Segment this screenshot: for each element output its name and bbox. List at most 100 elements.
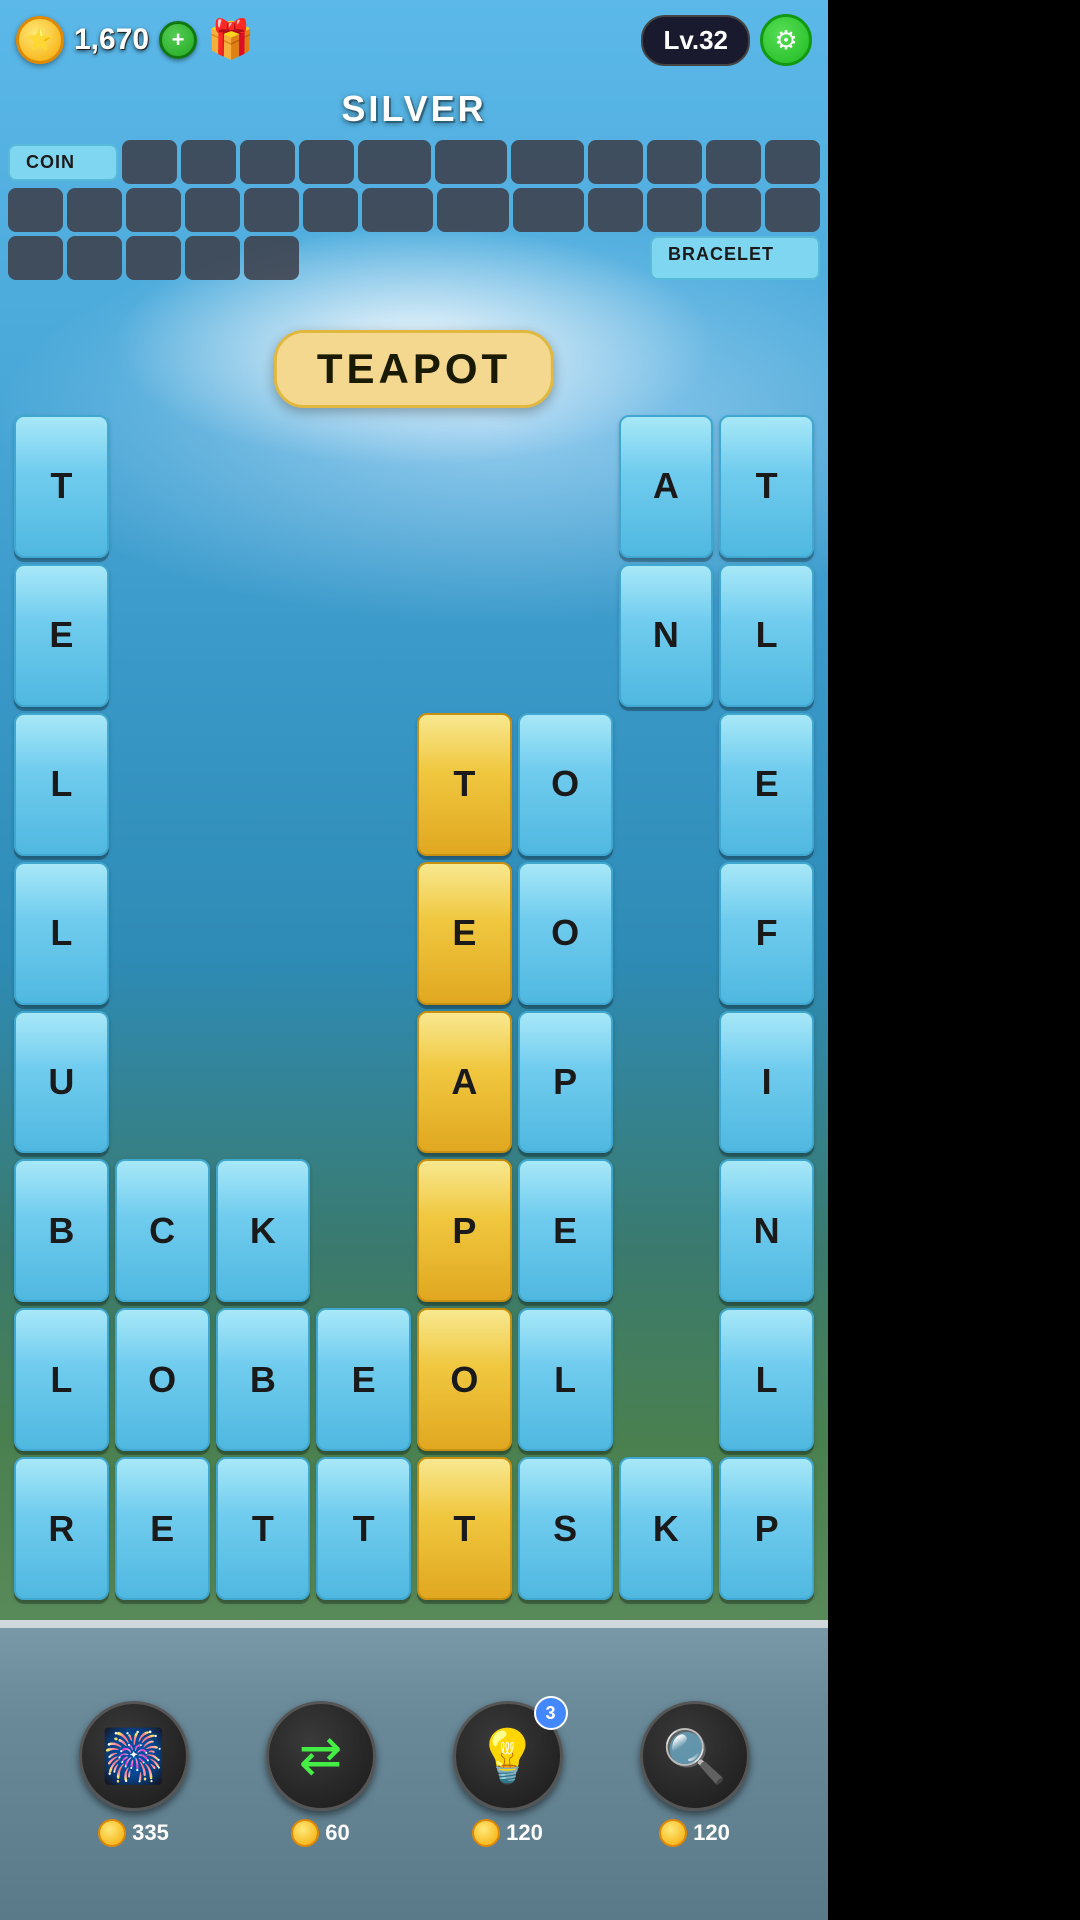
tile-7-6[interactable]: K <box>619 1457 714 1600</box>
tile-3-0[interactable]: L <box>14 862 109 1005</box>
empty-slot <box>706 140 761 184</box>
tile-6-5[interactable]: L <box>518 1308 613 1451</box>
tile-7-5[interactable]: S <box>518 1457 613 1600</box>
tile-6-2[interactable]: B <box>216 1308 311 1451</box>
empty-slot <box>647 140 702 184</box>
header-right: Lv.32 ⚙ <box>641 14 812 66</box>
tile-4-7[interactable]: I <box>719 1011 814 1154</box>
tile-0-0[interactable]: T <box>14 415 109 558</box>
letter-grid: T A T E N L L T O E L E O F U A P I B C … <box>14 415 814 1600</box>
tile-3-5[interactable]: O <box>518 862 613 1005</box>
search-tool[interactable]: 🔍 120 <box>640 1701 750 1847</box>
firework-cost: 335 <box>98 1819 169 1847</box>
level-badge: Lv.32 <box>641 15 750 66</box>
tile-7-4[interactable]: T <box>417 1457 512 1600</box>
bottom-bar: 🎆 335 ⇄ 60 💡 3 120 <box>0 1620 828 1920</box>
tile-7-7[interactable]: P <box>719 1457 814 1600</box>
word-row-1: COIN <box>8 140 820 184</box>
tile-1-6[interactable]: N <box>619 564 714 707</box>
tile-2-5[interactable]: O <box>518 713 613 856</box>
hint-badge: 3 <box>534 1696 568 1730</box>
coin-icon: ⭐ <box>16 16 64 64</box>
tile-5-1[interactable]: C <box>115 1159 210 1302</box>
tile-5-0[interactable]: B <box>14 1159 109 1302</box>
search-icon: 🔍 <box>640 1701 750 1811</box>
tile-7-0[interactable]: R <box>14 1457 109 1600</box>
tile-6-4[interactable]: O <box>417 1308 512 1451</box>
empty-slot <box>185 236 240 280</box>
tile-3-3 <box>316 862 411 1005</box>
cost-coin-icon <box>472 1819 500 1847</box>
add-coins-button[interactable]: + <box>159 21 197 59</box>
tile-3-2 <box>216 862 311 1005</box>
empty-slot <box>126 236 181 280</box>
cost-coin-icon <box>291 1819 319 1847</box>
empty-slot <box>435 140 508 184</box>
shuffle-cost: 60 <box>291 1819 349 1847</box>
tile-7-1[interactable]: E <box>115 1457 210 1600</box>
tile-0-2 <box>216 415 311 558</box>
tile-5-4[interactable]: P <box>417 1159 512 1302</box>
tile-6-1[interactable]: O <box>115 1308 210 1451</box>
empty-slot <box>511 140 584 184</box>
tile-5-2[interactable]: K <box>216 1159 311 1302</box>
empty-slot <box>513 188 584 232</box>
empty-slot <box>437 188 508 232</box>
empty-slot <box>588 188 643 232</box>
tile-4-1 <box>115 1011 210 1154</box>
empty-slot <box>647 188 702 232</box>
tile-3-4[interactable]: E <box>417 862 512 1005</box>
search-cost: 120 <box>659 1819 730 1847</box>
header-left: ⭐ 1,670 + 🎁 <box>16 16 254 64</box>
empty-slot <box>185 188 240 232</box>
tile-2-7[interactable]: E <box>719 713 814 856</box>
tile-6-3[interactable]: E <box>316 1308 411 1451</box>
tile-2-4[interactable]: T <box>417 713 512 856</box>
settings-button[interactable]: ⚙ <box>760 14 812 66</box>
tile-0-7[interactable]: T <box>719 415 814 558</box>
tile-5-5[interactable]: E <box>518 1159 613 1302</box>
tile-5-7[interactable]: N <box>719 1159 814 1302</box>
tile-5-6 <box>619 1159 714 1302</box>
tile-0-5 <box>518 415 613 558</box>
shuffle-tool[interactable]: ⇄ 60 <box>266 1701 376 1847</box>
tile-6-6 <box>619 1308 714 1451</box>
page-title: SILVER <box>0 88 828 130</box>
tile-7-3[interactable]: T <box>316 1457 411 1600</box>
tile-2-3 <box>316 713 411 856</box>
tile-5-3 <box>316 1159 411 1302</box>
tile-4-4[interactable]: A <box>417 1011 512 1154</box>
firework-tool[interactable]: 🎆 335 <box>79 1701 189 1847</box>
tile-1-1 <box>115 564 210 707</box>
current-word: TEAPOT <box>274 330 554 408</box>
gift-icon[interactable]: 🎁 <box>207 18 254 62</box>
hint-icon: 💡 3 <box>453 1701 563 1811</box>
tile-4-0[interactable]: U <box>14 1011 109 1154</box>
tile-1-5 <box>518 564 613 707</box>
tile-0-6[interactable]: A <box>619 415 714 558</box>
empty-slot <box>588 140 643 184</box>
tile-4-6 <box>619 1011 714 1154</box>
header: ⭐ 1,670 + 🎁 Lv.32 ⚙ <box>0 0 828 80</box>
tile-6-0[interactable]: L <box>14 1308 109 1451</box>
tile-2-6 <box>619 713 714 856</box>
tile-1-2 <box>216 564 311 707</box>
word-row-2 <box>8 188 820 232</box>
tile-3-7[interactable]: F <box>719 862 814 1005</box>
tile-6-7[interactable]: L <box>719 1308 814 1451</box>
empty-slot <box>362 188 433 232</box>
tile-1-0[interactable]: E <box>14 564 109 707</box>
empty-slot <box>8 236 63 280</box>
tile-2-0[interactable]: L <box>14 713 109 856</box>
coin-count: 1,670 <box>74 23 149 57</box>
tile-1-7[interactable]: L <box>719 564 814 707</box>
hint-tool[interactable]: 💡 3 120 <box>453 1701 563 1847</box>
tile-7-2[interactable]: T <box>216 1457 311 1600</box>
word-row-3: BRACELET <box>8 236 820 280</box>
cost-coin-icon <box>659 1819 687 1847</box>
empty-slot <box>765 188 820 232</box>
empty-slot <box>67 236 122 280</box>
cost-coin-icon <box>98 1819 126 1847</box>
tools-row: 🎆 335 ⇄ 60 💡 3 120 <box>0 1628 828 1920</box>
tile-4-5[interactable]: P <box>518 1011 613 1154</box>
